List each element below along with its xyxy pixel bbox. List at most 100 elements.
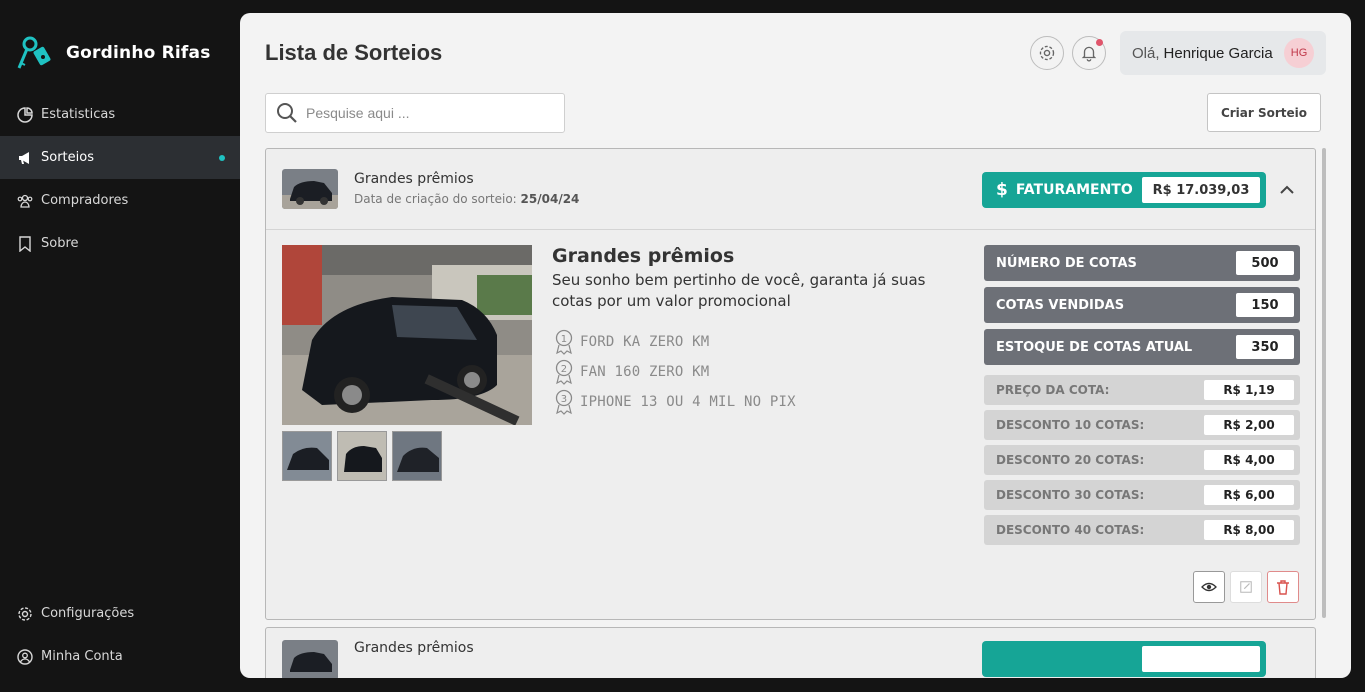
greeting: Olá, (1132, 44, 1160, 62)
raffle-title: Grandes prêmios (354, 171, 474, 187)
prize-item: 1 FORD KA ZERO KM (554, 327, 796, 357)
prize-item: 3 IPHONE 13 OU 4 MIL NO PIX (554, 387, 796, 417)
revenue-value (1142, 646, 1260, 672)
sidebar-item-estatisticas[interactable]: Estatisticas (0, 93, 240, 136)
users-icon (17, 194, 33, 208)
sidebar-item-sobre[interactable]: Sobre (0, 222, 240, 265)
raffle-thumbnail (282, 640, 338, 678)
price-label: DESCONTO 20 COTAS: (996, 453, 1145, 467)
medal-1-icon: 1 (555, 329, 573, 355)
notification-dot (1096, 39, 1103, 46)
stat-estoque: ESTOQUE DE COTAS ATUAL 350 (984, 329, 1300, 365)
chevron-up-icon[interactable] (1276, 179, 1298, 201)
price-label: DESCONTO 10 COTAS: (996, 418, 1145, 432)
revenue-badge (982, 641, 1266, 677)
raffle-card: Grandes prêmios (265, 627, 1316, 678)
scrollbar[interactable] (1322, 148, 1326, 618)
megaphone-icon (19, 151, 29, 164)
sidebar-item-sorteios[interactable]: Sorteios (0, 136, 240, 179)
price-row: DESCONTO 30 COTAS: R$ 6,00 (984, 480, 1300, 510)
price-label: DESCONTO 30 COTAS: (996, 488, 1145, 502)
price-value: R$ 6,00 (1204, 485, 1294, 505)
user-circle-icon (17, 648, 33, 665)
svg-text:2: 2 (561, 364, 568, 375)
price-label: DESCONTO 40 COTAS: (996, 523, 1145, 537)
medal-3-icon: 3 (555, 389, 573, 415)
trash-icon (1277, 580, 1289, 595)
sidebar-item-label: Configurações (41, 606, 135, 621)
stat-label: NÚMERO DE COTAS (996, 255, 1137, 271)
sidebar: Gordinho Rifas Estatisticas Sorteios Com… (0, 0, 240, 692)
page-title: Lista de Sorteios (265, 40, 443, 65)
stat-cotas-vendidas: COTAS VENDIDAS 150 (984, 287, 1300, 323)
stat-label: ESTOQUE DE COTAS ATUAL (996, 339, 1193, 355)
main-panel: Lista de Sorteios Olá, Henrique Garcia H… (240, 13, 1351, 678)
gallery-thumbnail[interactable] (282, 431, 332, 481)
sidebar-item-label: Sorteios (41, 150, 94, 165)
sidebar-item-configuracoes[interactable]: Configurações (0, 592, 240, 635)
sidebar-item-label: Estatisticas (41, 107, 116, 122)
search-box (265, 93, 565, 133)
view-button[interactable] (1193, 571, 1225, 603)
gear-icon (18, 606, 32, 621)
price-row: PREÇO DA COTA: R$ 1,19 (984, 375, 1300, 405)
prize-label: FAN 160 ZERO KM (580, 364, 710, 380)
eye-icon (1201, 582, 1217, 592)
user-menu[interactable]: Olá, Henrique Garcia HG (1120, 31, 1326, 75)
raffle-subtitle: Seu sonho bem pertinho de você, garanta … (552, 271, 926, 310)
prize-label: FORD KA ZERO KM (580, 334, 710, 350)
settings-button[interactable] (1030, 36, 1064, 70)
revenue-badge: $ FATURAMENTO R$ 17.039,03 (982, 172, 1266, 208)
price-row: DESCONTO 40 COTAS: R$ 8,00 (984, 515, 1300, 545)
gear-icon (1039, 45, 1055, 61)
avatar: HG (1284, 38, 1314, 68)
svg-text:1: 1 (561, 334, 568, 345)
stat-value: 500 (1236, 251, 1294, 275)
prize-label: IPHONE 13 OU 4 MIL NO PIX (580, 394, 796, 410)
stat-value: 350 (1236, 335, 1294, 359)
brand[interactable]: Gordinho Rifas (16, 34, 211, 72)
notifications-button[interactable] (1072, 36, 1106, 70)
bookmark-icon (19, 235, 31, 252)
dollar-icon: $ (996, 180, 1008, 200)
price-value: R$ 1,19 (1204, 380, 1294, 400)
sidebar-item-label: Compradores (41, 193, 129, 208)
create-raffle-button[interactable]: Criar Sorteio (1207, 93, 1321, 132)
user-name: Henrique Garcia (1163, 44, 1273, 62)
delete-button[interactable] (1267, 571, 1299, 603)
raffle-card: Grandes prêmios Data de criação do sorte… (265, 148, 1316, 620)
price-row: DESCONTO 10 COTAS: R$ 2,00 (984, 410, 1300, 440)
brand-name: Gordinho Rifas (66, 43, 211, 63)
date-value: 25/04/24 (520, 192, 580, 206)
stat-value: 150 (1236, 293, 1294, 317)
medal-2-icon: 2 (555, 359, 573, 385)
sidebar-bottom-nav: Configurações Minha Conta (0, 592, 240, 678)
raffle-date: Data de criação do sorteio: 25/04/24 (354, 192, 579, 206)
svg-text:3: 3 (561, 394, 568, 405)
price-row: DESCONTO 20 COTAS: R$ 4,00 (984, 445, 1300, 475)
raffle-main-image[interactable] (282, 245, 532, 425)
raffle-card-header[interactable]: Grandes prêmios Data de criação do sorte… (266, 149, 1315, 230)
search-icon (277, 103, 297, 123)
sidebar-item-minha-conta[interactable]: Minha Conta (0, 635, 240, 678)
stat-label: COTAS VENDIDAS (996, 297, 1125, 313)
sidebar-item-compradores[interactable]: Compradores (0, 179, 240, 222)
active-indicator (219, 155, 225, 161)
search-input[interactable] (306, 105, 546, 121)
edit-icon (1240, 581, 1252, 593)
price-value: R$ 4,00 (1204, 450, 1294, 470)
pie-chart-icon (17, 106, 33, 123)
prize-item: 2 FAN 160 ZERO KM (554, 357, 796, 387)
sidebar-item-label: Sobre (41, 236, 79, 251)
raffle-headline: Grandes prêmios (552, 245, 735, 267)
price-value: R$ 2,00 (1204, 415, 1294, 435)
gallery-thumbnail[interactable] (337, 431, 387, 481)
revenue-value: R$ 17.039,03 (1142, 177, 1260, 203)
date-label: Data de criação do sorteio: (354, 192, 517, 206)
gallery-thumbnail[interactable] (392, 431, 442, 481)
stat-total-cotas: NÚMERO DE COTAS 500 (984, 245, 1300, 281)
edit-button[interactable] (1230, 571, 1262, 603)
bell-icon (1081, 46, 1097, 62)
prize-list: 1 FORD KA ZERO KM 2 FAN 160 ZERO KM 3 IP… (554, 327, 796, 417)
price-value: R$ 8,00 (1204, 520, 1294, 540)
